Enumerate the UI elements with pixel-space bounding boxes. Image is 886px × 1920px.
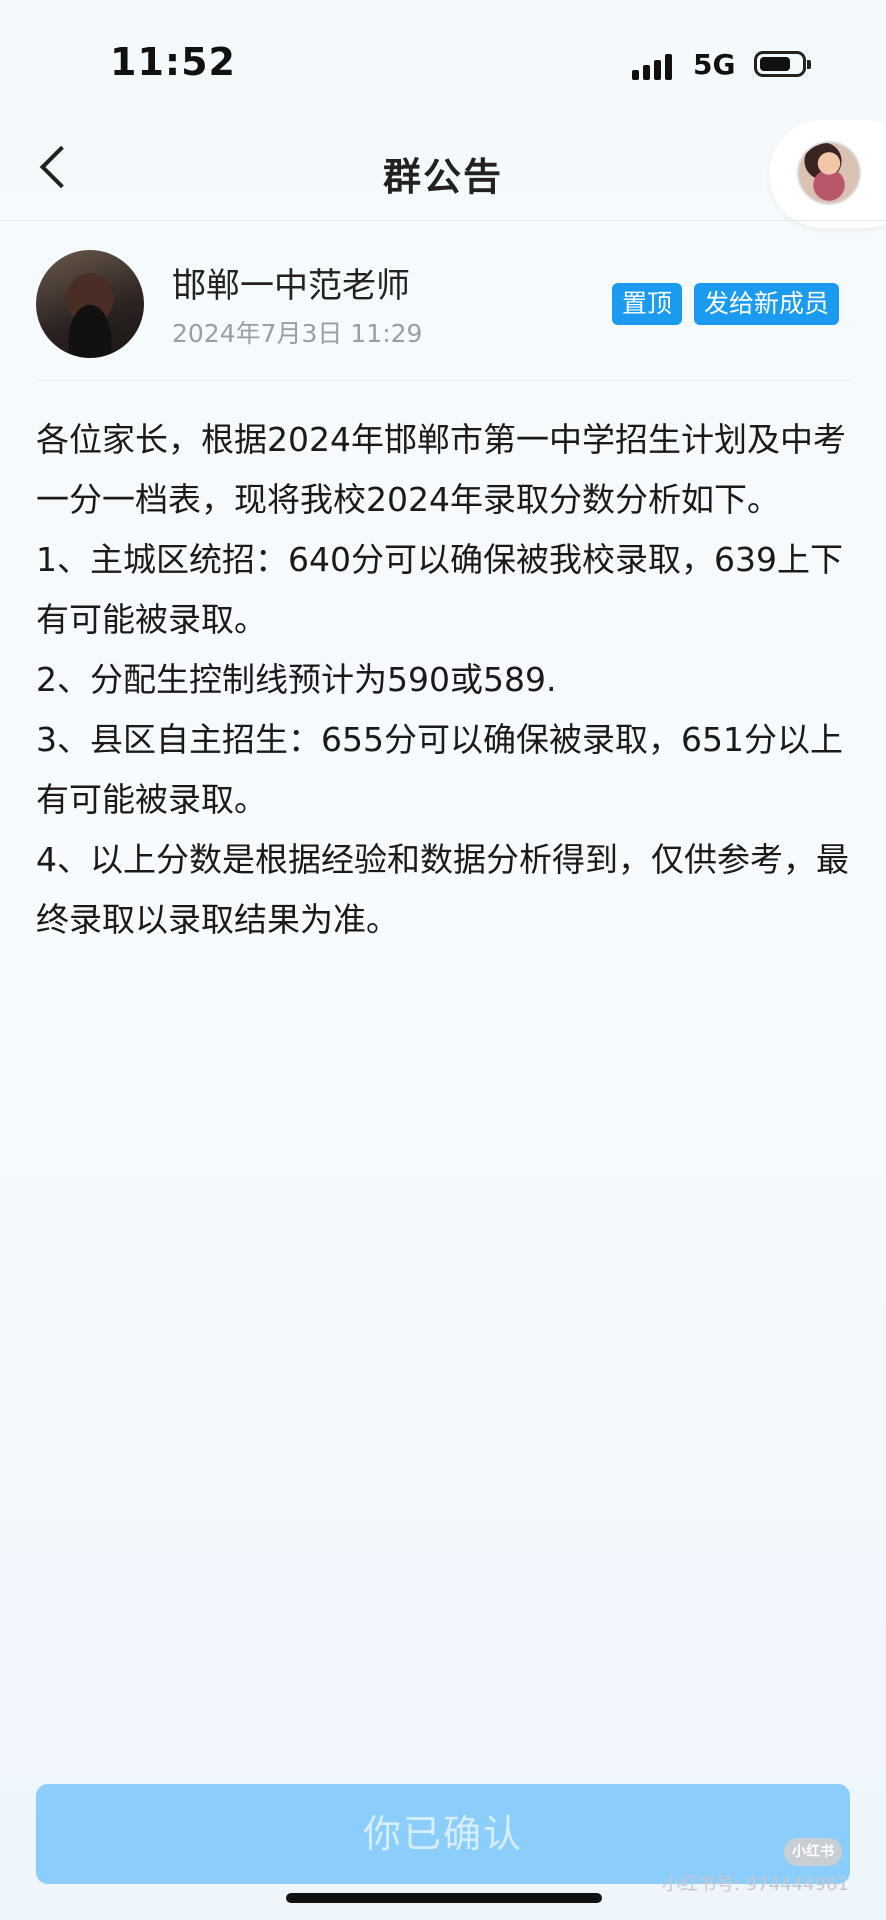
confirmed-button[interactable]: 你已确认 <box>36 1784 850 1884</box>
announcement-body: 各位家长，根据2024年邯郸市第一中学招生计划及中考一分一档表，现将我校2024… <box>36 410 852 950</box>
nav-header: 群公告 <box>0 120 886 228</box>
announcement-paragraph: 4、以上分数是根据经验和数据分析得到，仅供参考，最终录取以录取结果为准。 <box>36 840 849 939</box>
send-to-new-members-tag[interactable]: 发给新成员 <box>694 283 840 325</box>
announcement-paragraph: 各位家长，根据2024年邯郸市第一中学招生计划及中考一分一档表，现将我校2024… <box>36 420 846 519</box>
announcement-paragraph: 3、县区自主招生：655分可以确保被录取，651分以上有可能被录取。 <box>36 720 843 819</box>
network-type-label: 5G <box>693 48 736 81</box>
cellular-signal-icon <box>632 52 676 80</box>
post-timestamp: 2024年7月3日 11:29 <box>172 319 423 348</box>
announcement-paragraph: 2、分配生控制线预计为590或589. <box>36 660 557 699</box>
floating-avatar-bubble[interactable] <box>769 120 886 228</box>
content-divider <box>36 380 850 381</box>
header-divider <box>0 220 886 221</box>
pin-tag[interactable]: 置顶 <box>612 283 683 325</box>
status-time: 11:52 <box>110 40 236 84</box>
floating-avatar[interactable] <box>797 141 861 205</box>
battery-icon <box>754 51 811 77</box>
announcement-paragraph: 1、主城区统招：640分可以确保被我校录取，639上下有可能被录取。 <box>36 540 843 639</box>
author-avatar[interactable] <box>36 250 144 358</box>
status-bar: 11:52 5G <box>0 0 886 120</box>
page-title: 群公告 <box>382 155 503 199</box>
watermark-id: 小红书号: 974444961 <box>662 1874 849 1895</box>
xiaohongshu-logo: 小红书 <box>784 1838 842 1866</box>
home-indicator[interactable] <box>286 1893 602 1903</box>
author-name: 邯郸一中范老师 <box>172 266 410 306</box>
